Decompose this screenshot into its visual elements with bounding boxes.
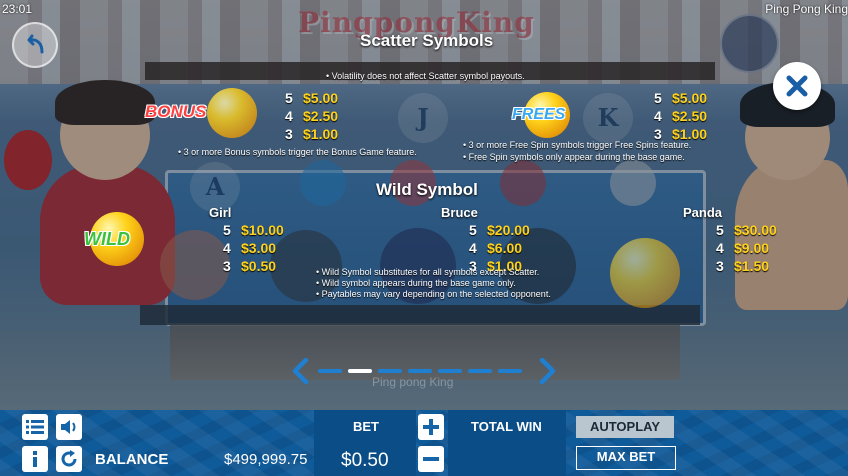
menu-icon [26, 420, 44, 434]
wild-title: Wild Symbol [376, 180, 478, 199]
payout-count: 4 [223, 240, 231, 256]
payout-amount: $9.00 [734, 240, 770, 256]
close-button[interactable] [773, 62, 821, 110]
faded-frees-symbol [610, 238, 680, 308]
payout-amount: $5.00 [303, 90, 339, 106]
frees-payout-5: 5 $5.00 [654, 90, 707, 106]
page-dot[interactable] [348, 369, 372, 373]
plus-icon [423, 419, 439, 435]
sound-button[interactable] [56, 414, 82, 440]
page-dot[interactable] [468, 369, 492, 373]
payout-amount: $20.00 [487, 222, 530, 238]
payout-count: 4 [654, 108, 662, 124]
payout-amount: $0.50 [241, 258, 277, 274]
frees-payout-4: 4 $2.50 [654, 108, 707, 124]
clock: 23:01 [2, 2, 33, 16]
bonus-payout-5: 5 $5.00 [285, 90, 338, 106]
page-dot[interactable] [378, 369, 402, 373]
chevron-right-icon[interactable] [536, 358, 558, 384]
chevron-left-icon[interactable] [290, 358, 312, 384]
wild-note-3: Paytables may vary depending on the sele… [316, 289, 551, 299]
girl-payout-5: 5 $10.00 [223, 222, 284, 238]
wild-label: WILD [84, 229, 130, 249]
info-icon [33, 451, 37, 467]
payout-amount: $30.00 [734, 222, 777, 238]
bet-value: $0.50 [341, 450, 389, 471]
payout-amount: $6.00 [487, 240, 523, 256]
bet-label: BET [353, 419, 379, 434]
payout-count: 5 [654, 90, 662, 106]
panda-payout-5: 5 $30.00 [716, 222, 777, 238]
bet-increase-button[interactable] [418, 414, 444, 440]
panda-payout-4: 4 $9.00 [716, 240, 769, 256]
balance-value: $499,999.75 [224, 451, 308, 468]
payout-amount: $2.50 [672, 108, 708, 124]
payout-count: 4 [285, 108, 293, 124]
autoplay-button[interactable]: AUTOPLAY [576, 416, 674, 438]
info-button[interactable] [22, 446, 48, 472]
payout-count: 5 [716, 222, 724, 238]
payout-amount: $1.00 [303, 126, 339, 142]
girl-payout-4: 4 $3.00 [223, 240, 276, 256]
back-button[interactable] [12, 22, 58, 68]
bet-decrease-button[interactable] [418, 446, 444, 472]
bonus-symbol: BONUS [145, 88, 275, 138]
minus-icon [423, 457, 439, 461]
wild-symbol: WILD [82, 212, 152, 268]
page-dot[interactable] [318, 369, 342, 373]
volatility-note: Volatility does not affect Scatter symbo… [326, 71, 525, 81]
table-watermark: Ping pong King [372, 375, 454, 389]
menu-button[interactable] [22, 414, 48, 440]
payout-count: 5 [285, 90, 293, 106]
bonus-payout-4: 4 $2.50 [285, 108, 338, 124]
payout-count: 4 [469, 240, 477, 256]
bonus-payout-3: 3 $1.00 [285, 126, 338, 142]
frees-note-1: 3 or more Free Spin symbols trigger Free… [463, 140, 692, 150]
page-dot[interactable] [498, 369, 522, 373]
payout-amount: $3.00 [241, 240, 277, 256]
refresh-button[interactable] [56, 446, 82, 472]
bonus-ball-image [207, 88, 257, 138]
payout-count: 4 [716, 240, 724, 256]
girl-payout-3: 3 $0.50 [223, 258, 276, 274]
bonus-label: BONUS [145, 102, 207, 121]
payout-amount: $5.00 [672, 90, 708, 106]
refresh-icon [61, 450, 77, 467]
payout-amount: $1.50 [734, 258, 770, 274]
character-name-bruce: Bruce [441, 205, 478, 220]
page-dot[interactable] [408, 369, 432, 373]
frees-label: FREES [512, 106, 566, 123]
frees-symbol: FREES [512, 92, 592, 142]
scatter-title: Scatter Symbols [360, 31, 494, 50]
sound-icon [61, 420, 76, 434]
game-title: Ping Pong King [765, 2, 848, 16]
payout-amount: $10.00 [241, 222, 284, 238]
wild-note-2: Wild symbol appears during the base game… [316, 278, 516, 288]
bonus-note: 3 or more Bonus symbols trigger the Bonu… [178, 147, 417, 157]
payout-count: 3 [285, 126, 293, 142]
bruce-payout-4: 4 $6.00 [469, 240, 522, 256]
payout-count: 5 [469, 222, 477, 238]
payout-count: 3 [223, 258, 231, 274]
payout-count: 3 [716, 258, 724, 274]
bruce-payout-5: 5 $20.00 [469, 222, 530, 238]
balance-label: BALANCE [95, 451, 169, 468]
frees-note-2: Free Spin symbols only appear during the… [463, 152, 685, 162]
page-dot[interactable] [438, 369, 462, 373]
total-win-label: TOTAL WIN [471, 419, 542, 434]
payout-amount: $2.50 [303, 108, 339, 124]
character-name-girl: Girl [209, 205, 232, 220]
max-bet-button[interactable]: MAX BET [576, 446, 676, 470]
character-name-panda: Panda [683, 205, 723, 220]
payout-count: 5 [223, 222, 231, 238]
panda-payout-3: 3 $1.50 [716, 258, 769, 274]
wild-note-1: Wild Symbol substitutes for all symbols … [316, 267, 540, 277]
back-arrow-icon [27, 34, 44, 54]
close-icon [786, 75, 808, 97]
